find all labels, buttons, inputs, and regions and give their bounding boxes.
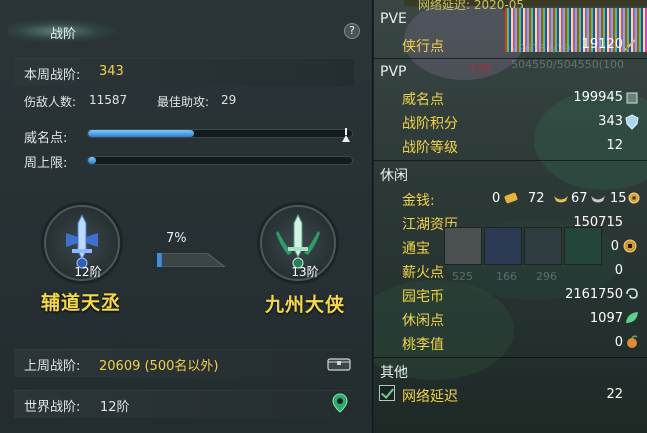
tongbao-label: 通宝 bbox=[402, 241, 430, 257]
last-week-label: 上周战阶: bbox=[24, 359, 81, 374]
latency-label: 网络延迟 bbox=[402, 389, 458, 405]
world-rank-label: 世界战阶: bbox=[24, 400, 81, 415]
assists-label: 最佳助攻: bbox=[157, 95, 210, 109]
next-rank-title: 九州大侠 bbox=[265, 294, 346, 316]
divider bbox=[374, 357, 647, 358]
current-rank-title: 辅道天丞 bbox=[41, 292, 122, 314]
kills-label: 伤敌人数: bbox=[24, 95, 77, 109]
row-tongbao: 通宝 0 bbox=[374, 235, 647, 257]
divider bbox=[374, 160, 647, 161]
xiaxing-value: 19120 bbox=[581, 37, 623, 52]
other-header: 其他 bbox=[380, 365, 408, 381]
help-button[interactable]: ? bbox=[344, 23, 360, 39]
xinhuo-value: 0 bbox=[614, 263, 623, 278]
row-weiming: 威名点 199945 bbox=[374, 86, 647, 108]
row-yuanzhai: 园宅币 2161750 bbox=[374, 283, 647, 305]
row-taoli: 桃李值 0 bbox=[374, 331, 647, 353]
pvp-header: PVP bbox=[380, 64, 407, 80]
bg-mp-text: 504550/504550(100 bbox=[511, 58, 624, 71]
zhanjie-level-value: 12 bbox=[606, 138, 623, 153]
taoli-value: 0 bbox=[614, 335, 623, 350]
weekly-rank-label: 本周战阶: bbox=[24, 68, 81, 83]
yuanzhai-label: 园宅币 bbox=[402, 289, 444, 305]
weekly-cap-label: 周上限: bbox=[24, 156, 68, 171]
leisure-header: 休闲 bbox=[380, 168, 408, 184]
copper-ingot-icon bbox=[591, 196, 605, 203]
money-other-value: 15 bbox=[610, 191, 627, 206]
weekly-cap-progress-fill bbox=[88, 157, 96, 164]
rank-progress-percent: 7% bbox=[166, 231, 187, 246]
xinhuo-label: 薪火点 bbox=[402, 265, 444, 281]
row-xiaxing: 侠行点 19120 bbox=[374, 33, 647, 55]
weekly-cap-progress-bar bbox=[87, 156, 353, 165]
map-pin-icon[interactable] bbox=[332, 393, 348, 413]
coin-icon bbox=[628, 192, 640, 204]
panel-title: 战阶 bbox=[50, 27, 77, 42]
tongbao-coin-icon bbox=[623, 239, 637, 253]
silver-ingot-icon bbox=[554, 196, 568, 203]
world-rank-value: 12阶 bbox=[100, 400, 130, 415]
xiuxian-label: 休闲点 bbox=[402, 313, 444, 329]
rank-progress-arrow bbox=[157, 253, 225, 267]
kills-value: 11587 bbox=[89, 93, 128, 107]
row-zhanjie-score: 战阶积分 343 bbox=[374, 110, 647, 132]
leaf-icon bbox=[626, 312, 638, 323]
zhanjie-score-label: 战阶积分 bbox=[402, 116, 458, 132]
spiral-icon bbox=[626, 288, 638, 299]
assists-value: 29 bbox=[221, 93, 237, 107]
money-silver-value: 72 bbox=[528, 191, 545, 206]
weekly-rank-value: 343 bbox=[99, 64, 124, 79]
current-rank-level: 12阶 bbox=[74, 265, 102, 279]
next-rank-level: 13阶 bbox=[291, 265, 319, 279]
tongbao-value: 0 bbox=[610, 239, 619, 254]
shield-icon bbox=[625, 114, 639, 130]
money-label: 金钱: bbox=[402, 193, 435, 209]
prestige-cap-marker bbox=[342, 128, 350, 142]
zhanjie-score-value: 343 bbox=[598, 114, 623, 129]
money-gold-value: 0 bbox=[492, 191, 501, 206]
prestige-progress-fill bbox=[88, 130, 194, 137]
weiming-label: 威名点 bbox=[402, 92, 444, 108]
xiuxian-value: 1097 bbox=[589, 311, 623, 326]
stats-overlay-panel: 网络延迟: 2020-05 296787/29 130 504550/50455… bbox=[374, 0, 647, 433]
sword-icon bbox=[624, 39, 636, 51]
yuanzhai-value: 2161750 bbox=[565, 287, 623, 302]
row-zhanjie-level: 战阶等级 12 bbox=[374, 134, 647, 156]
bg-level-text: 130 bbox=[470, 62, 491, 75]
row-money: 金钱: 0 72 67 15 bbox=[374, 187, 647, 209]
taoli-label: 桃李值 bbox=[402, 337, 444, 353]
prestige-label: 威名点: bbox=[24, 131, 68, 146]
last-week-value: 20609 (500名以外) bbox=[99, 359, 219, 374]
divider bbox=[374, 58, 647, 59]
pve-header: PVE bbox=[380, 11, 407, 27]
money-copper-value: 67 bbox=[571, 191, 588, 206]
peach-icon bbox=[627, 335, 638, 348]
xiaxing-label: 侠行点 bbox=[402, 39, 444, 55]
weiming-value: 199945 bbox=[573, 90, 623, 105]
zhanjie-level-label: 战阶等级 bbox=[402, 140, 458, 156]
chest-icon[interactable] bbox=[327, 355, 351, 371]
row-xinhuo: 薪火点 0 bbox=[374, 259, 647, 281]
row-latency: 网络延迟 22 bbox=[374, 383, 647, 405]
gold-ingot-icon bbox=[504, 192, 518, 204]
row-xiuxian: 休闲点 1097 bbox=[374, 307, 647, 329]
panel-header: 战阶 bbox=[0, 18, 373, 44]
prestige-progress-bar bbox=[87, 129, 353, 138]
prestige-icon bbox=[626, 92, 638, 104]
battle-rank-panel: 战阶 ? 本周战阶: 343 伤敌人数: 11587 最佳助攻: 29 威名点:… bbox=[0, 0, 373, 433]
latency-value: 22 bbox=[606, 387, 623, 402]
